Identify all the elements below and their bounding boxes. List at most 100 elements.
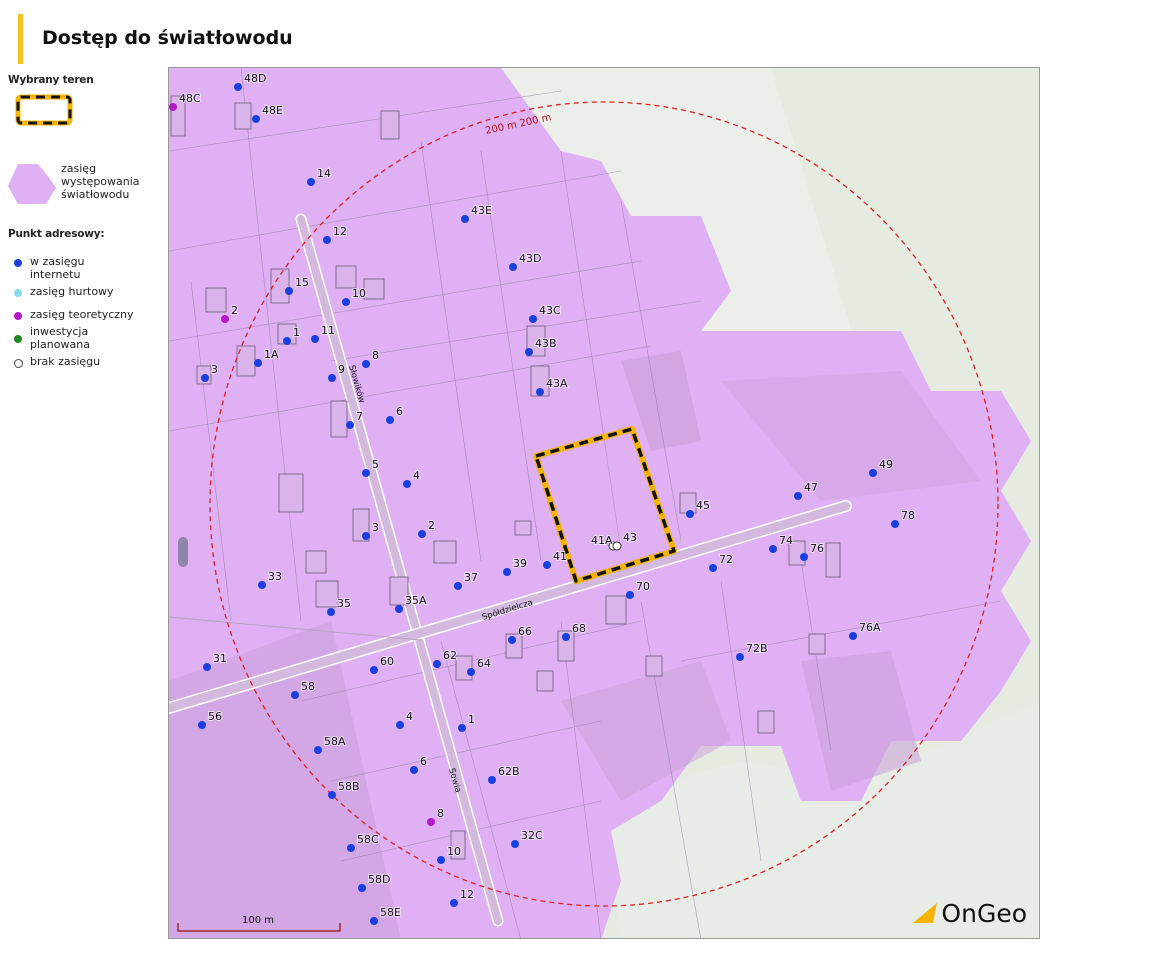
- address-point-marker[interactable]: [849, 632, 857, 640]
- address-point-label: 56: [208, 710, 222, 723]
- address-point-label: 70: [636, 580, 650, 593]
- address-point-marker[interactable]: [736, 653, 744, 661]
- page-title: Dostęp do światłowodu: [42, 27, 293, 49]
- address-point-label: 47: [804, 481, 818, 494]
- address-point-label: 15: [295, 276, 309, 289]
- address-point-label: 4: [406, 710, 413, 723]
- address-point-marker[interactable]: [562, 633, 570, 641]
- address-point-marker[interactable]: [311, 335, 319, 343]
- address-point-marker[interactable]: [254, 359, 262, 367]
- address-point-marker[interactable]: [686, 510, 694, 518]
- address-point-marker[interactable]: [342, 298, 350, 306]
- address-point-marker[interactable]: [454, 582, 462, 590]
- address-point-marker[interactable]: [169, 103, 177, 111]
- address-point-label: 48E: [262, 104, 283, 117]
- address-point-marker[interactable]: [395, 605, 403, 613]
- address-point-marker[interactable]: [362, 469, 370, 477]
- address-point-marker[interactable]: [508, 636, 516, 644]
- address-point-marker[interactable]: [347, 844, 355, 852]
- address-point-marker[interactable]: [437, 856, 445, 864]
- address-point-marker[interactable]: [418, 530, 426, 538]
- address-point-marker[interactable]: [221, 315, 229, 323]
- address-point-marker[interactable]: [403, 480, 411, 488]
- address-point-marker[interactable]: [346, 421, 354, 429]
- address-point-marker[interactable]: [503, 568, 511, 576]
- address-point-marker[interactable]: [314, 746, 322, 754]
- address-point-marker[interactable]: [800, 553, 808, 561]
- address-point-marker[interactable]: [458, 724, 466, 732]
- address-point-marker[interactable]: [283, 337, 291, 345]
- address-point-marker[interactable]: [433, 660, 441, 668]
- address-point-label: 1: [468, 713, 475, 726]
- title-accent-bar: [18, 14, 23, 64]
- address-point-marker[interactable]: [328, 374, 336, 382]
- address-point-marker[interactable]: [410, 766, 418, 774]
- address-point-marker[interactable]: [358, 884, 366, 892]
- address-point-marker[interactable]: [323, 236, 331, 244]
- address-point-marker[interactable]: [769, 545, 777, 553]
- address-point-marker[interactable]: [258, 581, 266, 589]
- address-point-marker[interactable]: [370, 917, 378, 925]
- address-point-marker[interactable]: [362, 360, 370, 368]
- address-point-label: 49: [879, 458, 893, 471]
- legend-item-internet: w zasięgu internetu: [8, 255, 158, 281]
- address-point-marker[interactable]: [234, 83, 242, 91]
- address-point-marker[interactable]: [891, 520, 899, 528]
- address-point-marker[interactable]: [198, 721, 206, 729]
- address-point-marker[interactable]: [203, 663, 211, 671]
- address-point-marker[interactable]: [709, 564, 717, 572]
- legend-item-label: zasięg hurtowy: [30, 285, 114, 298]
- address-point-marker[interactable]: [488, 776, 496, 784]
- address-point-marker[interactable]: [525, 348, 533, 356]
- address-point-marker[interactable]: [327, 608, 335, 616]
- address-point-label: 10: [352, 287, 366, 300]
- address-point-marker[interactable]: [869, 469, 877, 477]
- address-point-marker[interactable]: [511, 840, 519, 848]
- address-point-marker[interactable]: [543, 561, 551, 569]
- address-point-label: 41A: [591, 534, 613, 547]
- address-point-label: 12: [460, 888, 474, 901]
- address-point-label: 9: [338, 363, 345, 376]
- address-point-marker[interactable]: [794, 492, 802, 500]
- address-point-label: 62: [443, 649, 457, 662]
- map-view[interactable]: 200 m 200 m Słowików Spółdzielcza Sowia …: [168, 67, 1040, 939]
- address-point-label: 43B: [535, 337, 557, 350]
- address-point-marker[interactable]: [529, 315, 537, 323]
- address-point-label: 48C: [179, 92, 201, 105]
- address-point-marker[interactable]: [328, 791, 336, 799]
- legend-item-none: brak zasięgu: [8, 355, 158, 368]
- address-point-label: 58D: [368, 873, 390, 886]
- address-point-marker[interactable]: [362, 532, 370, 540]
- address-point-label: 68: [572, 622, 586, 635]
- address-point-label: 37: [464, 571, 478, 584]
- address-point-marker[interactable]: [536, 388, 544, 396]
- address-point-marker[interactable]: [370, 666, 378, 674]
- purple-dot-icon: [14, 312, 22, 320]
- address-point-marker[interactable]: [307, 178, 315, 186]
- address-point-marker[interactable]: [450, 899, 458, 907]
- address-point-marker[interactable]: [396, 721, 404, 729]
- address-point-label: 45: [696, 499, 710, 512]
- address-point-label: 43C: [539, 304, 561, 317]
- address-point-marker[interactable]: [386, 416, 394, 424]
- map-canvas[interactable]: 200 m 200 m Słowików Spółdzielcza Sowia …: [169, 68, 1040, 939]
- address-point-marker[interactable]: [467, 668, 475, 676]
- address-point-label: 43E: [471, 204, 492, 217]
- address-point-label: 7: [356, 410, 363, 423]
- address-point-label: 8: [372, 349, 379, 362]
- address-point-label: 14: [317, 167, 331, 180]
- address-point-label: 58: [301, 680, 315, 693]
- address-point-marker[interactable]: [509, 263, 517, 271]
- address-point-label: 35: [337, 597, 351, 610]
- address-point-label: 6: [396, 405, 403, 418]
- address-point-label: 41: [553, 550, 567, 563]
- address-point-marker[interactable]: [427, 818, 435, 826]
- address-point-marker[interactable]: [626, 591, 634, 599]
- light-blue-dot-icon: [14, 289, 22, 297]
- address-point-marker[interactable]: [252, 115, 260, 123]
- address-point-marker[interactable]: [201, 374, 209, 382]
- address-point-marker[interactable]: [285, 287, 293, 295]
- address-point-marker[interactable]: [291, 691, 299, 699]
- address-point-marker[interactable]: [461, 215, 469, 223]
- address-point-marker[interactable]: [612, 541, 622, 551]
